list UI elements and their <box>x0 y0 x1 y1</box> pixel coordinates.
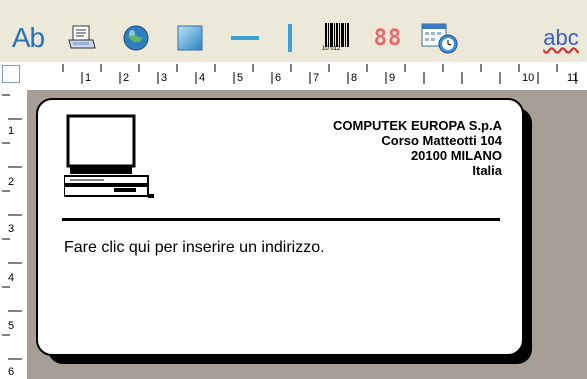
barcode-icon[interactable]: 10 012 <box>320 18 356 58</box>
text-icon[interactable]: Ab <box>8 18 48 58</box>
rectangle-icon[interactable] <box>172 18 208 58</box>
ruler-number: 9 <box>389 72 396 84</box>
ruler-number: 4 <box>8 272 15 284</box>
company-street: Corso Matteotti 104 <box>381 133 502 148</box>
label-card[interactable]: COMPUTEK EUROPA S.p.A Corso Matteotti 10… <box>36 98 524 356</box>
company-city: 20100 MILANO <box>410 148 502 163</box>
ruler-number: 3 <box>161 72 168 84</box>
ruler-number: 4 <box>199 72 206 84</box>
counter-label: 88 <box>373 25 403 51</box>
ruler-number: 1 <box>85 72 92 84</box>
image-globe-icon[interactable] <box>118 18 154 58</box>
company-name: COMPUTEK EUROPA S.p.A <box>332 118 502 133</box>
spellcheck-icon[interactable]: abc <box>537 18 585 58</box>
ruler-number: 7 <box>313 72 320 84</box>
ruler-number: 10 <box>522 72 535 84</box>
ruler-number: 8 <box>351 72 358 84</box>
computer-icon <box>64 114 154 198</box>
company-country: Italia <box>472 163 502 178</box>
company-address-block[interactable]: COMPUTEK EUROPA S.p.A Corso Matteotti 10… <box>333 118 502 178</box>
ruler-number: 11 <box>567 72 579 84</box>
horizontal-ruler: 1 2 3 4 5 6 7 8 9 10 11 <box>0 62 587 91</box>
ruler-number: 3 <box>8 223 15 235</box>
ruler-number: 1 <box>8 125 15 137</box>
counter-icon[interactable]: 88 <box>372 18 404 58</box>
vertical-ruler: 1 2 3 4 5 6 <box>0 90 28 379</box>
text-tool-label: Ab <box>11 22 45 53</box>
vertical-line-icon[interactable] <box>280 18 300 58</box>
address-placeholder[interactable]: Fare clic qui per inserire un indirizzo. <box>64 239 325 257</box>
ruler-number: 2 <box>123 72 130 84</box>
ruler-number: 5 <box>237 72 244 84</box>
barcode-caption: 10 012 <box>322 46 341 52</box>
ruler-number: 6 <box>8 366 15 378</box>
horizontal-line-icon[interactable] <box>228 18 262 58</box>
ruler-number: 6 <box>275 72 282 84</box>
toolbar: Ab 10 012 88 abc <box>0 0 587 62</box>
separator-line[interactable] <box>62 218 500 221</box>
spellcheck-label: abc <box>543 25 579 50</box>
date-calendar-icon[interactable] <box>418 18 462 58</box>
address-book-icon[interactable] <box>64 18 100 58</box>
ruler-number: 5 <box>8 320 15 332</box>
ruler-number: 2 <box>8 176 15 188</box>
